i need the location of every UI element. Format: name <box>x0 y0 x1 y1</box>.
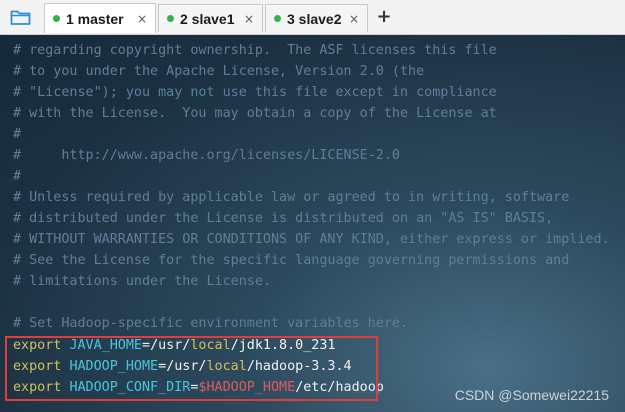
comment-line: # Unless required by applicable law or a… <box>13 190 570 205</box>
highlight-box <box>5 336 378 401</box>
comment-line: # Set Hadoop-specific environment variab… <box>13 316 409 331</box>
tab-slave2[interactable]: 3 slave2 × <box>265 4 368 32</box>
comment-line: # <box>13 169 22 184</box>
comment-line: # distributed under the License is distr… <box>13 211 554 226</box>
comment-line: # WITHOUT WARRANTIES OR CONDITIONS OF AN… <box>13 232 610 247</box>
tab-slave1[interactable]: 2 slave1 × <box>158 4 263 32</box>
tab-bar: 1 master × 2 slave1 × 3 slave2 × + <box>0 0 625 35</box>
comment-line: # to you under the Apache License, Versi… <box>13 64 425 79</box>
tab-label: 2 slave1 <box>180 10 235 27</box>
comment-line: # regarding copyright ownership. The ASF… <box>13 43 497 58</box>
tab-label: 3 slave2 <box>287 10 342 27</box>
connected-status-icon <box>167 15 174 22</box>
comment-line: # See the License for the specific langu… <box>13 253 570 268</box>
comment-line: # <box>13 127 22 142</box>
terminal-editor[interactable]: # regarding copyright ownership. The ASF… <box>0 35 625 412</box>
watermark: CSDN @Somewei22215 <box>454 387 609 403</box>
tab-master[interactable]: 1 master × <box>44 3 156 33</box>
plus-icon[interactable]: + <box>372 6 396 28</box>
folder-icon <box>10 10 31 25</box>
comment-line: # with the License. You may obtain a cop… <box>13 106 497 121</box>
close-icon[interactable]: × <box>244 12 254 26</box>
connected-status-icon <box>53 15 60 22</box>
comment-line: # limitations under the License. <box>13 274 271 289</box>
comment-line: # http://www.apache.org/licenses/LICENSE… <box>13 148 400 163</box>
tab-label: 1 master <box>66 10 124 27</box>
connected-status-icon <box>274 15 281 22</box>
close-icon[interactable]: × <box>137 12 147 26</box>
close-icon[interactable]: × <box>349 12 359 26</box>
comment-line: # "License"); you may not use this file … <box>13 85 497 100</box>
open-folder-button[interactable] <box>6 5 36 29</box>
